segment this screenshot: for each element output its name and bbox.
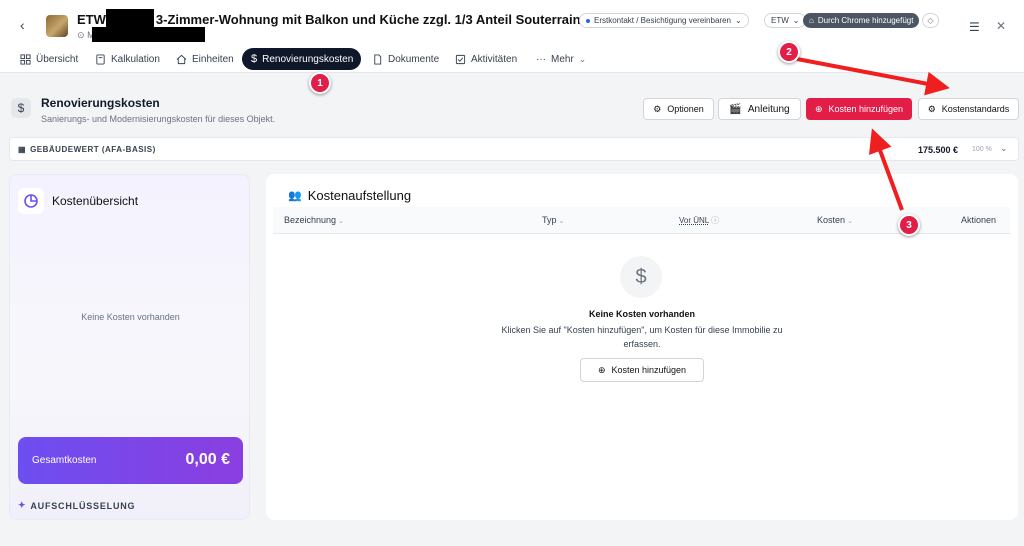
optionen-button[interactable]: ⚙ Optionen (643, 98, 714, 120)
annotation-badge-3: 3 (898, 214, 920, 236)
pin-icon: ⊙ (77, 30, 85, 40)
chevron-down-icon: ⌄ (792, 16, 800, 25)
page-subtitle: Sanierungs- und Modernisierungskosten fü… (41, 114, 276, 124)
total-cost-value: 0,00 € (185, 451, 230, 468)
gear-icon: ⚙ (653, 103, 662, 114)
tag-icon: ◇ (927, 16, 934, 25)
calculator-icon (96, 53, 105, 65)
plus-circle-icon: ⊕ (814, 103, 823, 114)
more-icon: ··· (536, 53, 546, 65)
tab-kalkulation[interactable]: Kalkulation (86, 48, 169, 70)
redaction-bar (106, 9, 154, 27)
column-header-kosten[interactable]: Kosten ⌄ (817, 215, 853, 225)
clapperboard-icon: 🎬 (729, 103, 742, 115)
tab-bar: Übersicht Kalkulation Einheiten $ Renovi… (0, 46, 1024, 72)
add-tag-button[interactable]: ◇ (922, 13, 939, 28)
info-icon: ⓘ (711, 216, 720, 225)
title-prefix: ETW (77, 12, 106, 27)
add-cost-button[interactable]: ⊕ Kosten hinzufügen (806, 98, 912, 120)
sort-icon: ⌄ (338, 218, 344, 225)
dollar-icon: $ (11, 98, 31, 118)
redaction-bar (92, 27, 205, 42)
column-header-typ[interactable]: Typ ⌄ (542, 215, 564, 225)
property-title: ETW 3-Zimmer-Wohnung mit Balkon und Küche… (77, 12, 638, 27)
tab-aktivitaeten[interactable]: Aktivitäten (446, 48, 526, 70)
column-header-vor-uenl[interactable]: Vor ÜNL ⓘ (679, 215, 719, 226)
document-icon (374, 53, 382, 65)
kostenstandards-button[interactable]: ⚙ Kostenstandards (918, 98, 1019, 120)
breakdown-toggle[interactable]: ✦ AUFSCHLÜSSELUNG (18, 500, 135, 511)
tab-einheiten[interactable]: Einheiten (167, 48, 243, 70)
type-dropdown[interactable]: ETW ⌄ (764, 13, 807, 28)
checklist-icon (455, 54, 466, 64)
source-tag: ⌂ Durch Chrome hinzugefügt (803, 13, 920, 28)
building-icon: ▦ (18, 145, 27, 154)
empty-state-text: Klicken Sie auf "Kosten hinzufügen", um … (501, 325, 783, 349)
pie-chart-icon (18, 188, 44, 214)
plus-circle-icon: ⊕ (597, 364, 606, 375)
header-divider (0, 72, 1024, 73)
chevron-down-icon[interactable]: ⌄ (1000, 143, 1008, 154)
gebaeudewert-bar[interactable]: ▦ GEBÄUDEWERT (AFA-BASIS) 175.500 € 100 … (9, 137, 1019, 161)
annotation-badge-1: 1 (309, 72, 331, 94)
chevron-down-icon: ⌄ (578, 53, 587, 64)
gear-icon: ⚙ (927, 103, 936, 114)
page-title: Renovierungskosten (41, 96, 160, 110)
gebaeudewert-label: ▦ GEBÄUDEWERT (AFA-BASIS) (18, 145, 156, 154)
empty-state-title: Keine Kosten vorhanden (588, 309, 696, 319)
property-thumbnail (46, 15, 68, 37)
close-icon[interactable]: ✕ (996, 19, 1006, 33)
sort-icon: ⌄ (558, 218, 565, 225)
back-button[interactable]: ‹ (20, 17, 25, 33)
empty-add-cost-button[interactable]: ⊕ Kosten hinzufügen (580, 358, 704, 382)
kostenuebersicht-card: Kostenübersicht Keine Kosten vorhanden G… (9, 174, 250, 520)
sparkle-icon: ✦ (18, 500, 27, 510)
tab-uebersicht[interactable]: Übersicht (11, 48, 87, 70)
overview-title: Kostenübersicht (52, 194, 139, 208)
chevron-down-icon: ⌄ (734, 16, 742, 25)
list-title: 👥 Kostenaufstellung (288, 188, 412, 203)
annotation-badge-2: 2 (778, 41, 800, 63)
tab-mehr[interactable]: ··· Mehr ⌄ (527, 48, 595, 70)
sort-icon: ⌄ (847, 218, 853, 225)
total-cost-card: Gesamtkosten 0,00 € (18, 437, 243, 484)
total-cost-label: Gesamtkosten (32, 455, 97, 466)
gebaeudewert-value: 175.500 € (918, 145, 959, 155)
gebaeudewert-percent: 100 % (972, 146, 992, 153)
column-header-bezeichnung[interactable]: Bezeichnung ⌄ (284, 215, 344, 225)
status-dropdown[interactable]: Erstkontakt / Besichtigung vereinbaren ⌄ (579, 13, 749, 28)
dollar-icon: $ (251, 53, 258, 65)
column-header-aktionen: Aktionen (961, 215, 997, 225)
tag-icon: ⌂ (809, 16, 814, 25)
anleitung-button[interactable]: 🎬 Anleitung (718, 98, 801, 120)
title-rest: 3-Zimmer-Wohnung mit Balkon und Küche zz… (155, 12, 639, 27)
top-bar: ‹ ETW 3-Zimmer-Wohnung mit Balkon und Küc… (0, 0, 1024, 46)
overview-empty-text: Keine Kosten vorhanden (81, 312, 180, 322)
dollar-icon: $ (620, 256, 662, 298)
menu-icon[interactable]: ☰ (969, 20, 980, 34)
status-dot-icon (586, 18, 590, 23)
grid-icon (20, 53, 31, 65)
users-icon: 👥 (288, 190, 302, 202)
home-icon (176, 54, 187, 64)
tab-renovierungskosten[interactable]: $ Renovierungskosten (242, 48, 361, 70)
tab-dokumente[interactable]: Dokumente (363, 48, 448, 70)
